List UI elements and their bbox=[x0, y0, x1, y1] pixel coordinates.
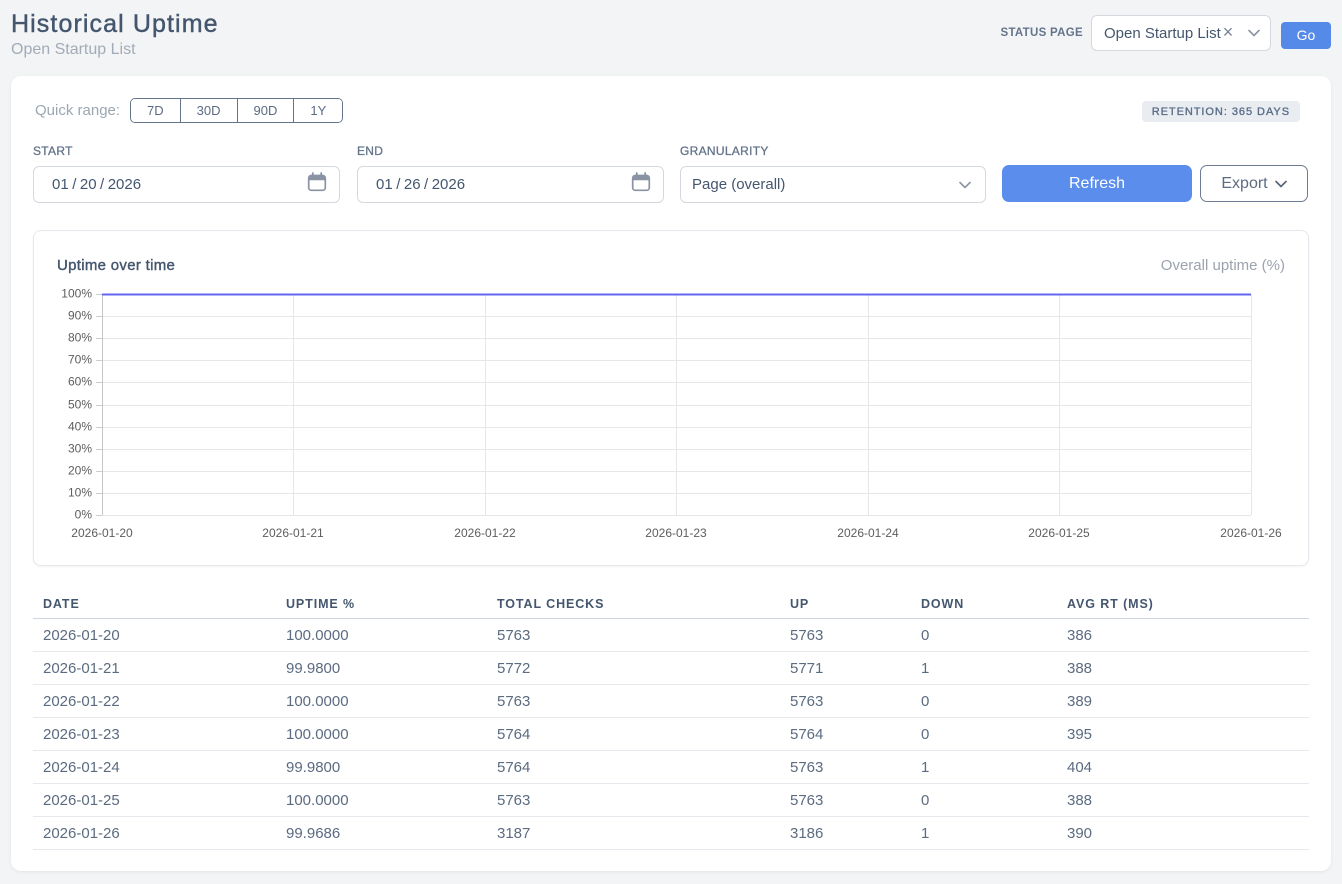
svg-text:2026-01-23: 2026-01-23 bbox=[645, 526, 707, 540]
svg-text:2026-01-21: 2026-01-21 bbox=[262, 526, 324, 540]
svg-text:50%: 50% bbox=[68, 398, 92, 412]
svg-text:0%: 0% bbox=[75, 508, 93, 522]
svg-text:100%: 100% bbox=[61, 287, 92, 301]
svg-text:20%: 20% bbox=[68, 464, 92, 478]
svg-text:80%: 80% bbox=[68, 331, 92, 345]
svg-text:2026-01-20: 2026-01-20 bbox=[71, 526, 133, 540]
svg-text:40%: 40% bbox=[68, 420, 92, 434]
svg-text:2026-01-25: 2026-01-25 bbox=[1028, 526, 1090, 540]
svg-text:30%: 30% bbox=[68, 442, 92, 456]
svg-text:10%: 10% bbox=[68, 486, 92, 500]
svg-text:2026-01-24: 2026-01-24 bbox=[837, 526, 899, 540]
svg-text:60%: 60% bbox=[68, 375, 92, 389]
svg-text:90%: 90% bbox=[68, 309, 92, 323]
svg-text:70%: 70% bbox=[68, 353, 92, 367]
svg-text:2026-01-22: 2026-01-22 bbox=[454, 526, 516, 540]
svg-text:2026-01-26: 2026-01-26 bbox=[1220, 526, 1282, 540]
